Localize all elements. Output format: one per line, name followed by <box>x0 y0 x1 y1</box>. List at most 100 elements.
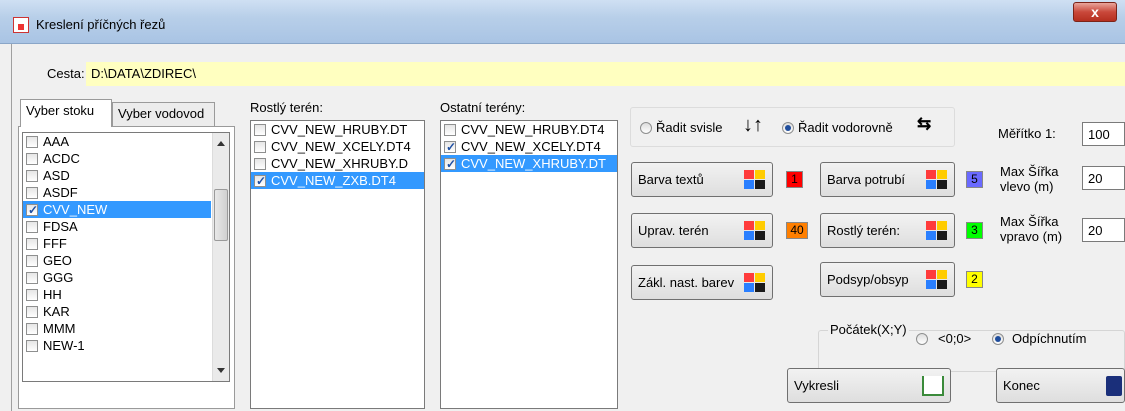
rostly-teren-item[interactable]: CVV_NEW_XCELY.DT4 <box>251 138 424 155</box>
podsyp-label: Podsyp/obsyp <box>827 272 909 287</box>
app-icon <box>13 17 29 33</box>
rostly-teren-swatch[interactable]: 3 <box>966 222 983 239</box>
checkbox[interactable] <box>26 340 38 352</box>
ostatni-teren-item[interactable]: CVV_NEW_HRUBY.DT4 <box>441 121 617 138</box>
ostatni-teren-item-label: CVV_NEW_XCELY.DT4 <box>461 139 601 154</box>
rostly-teren-item-label: CVV_NEW_HRUBY.DT <box>271 122 408 137</box>
vykresli-button[interactable]: Vykresli <box>787 368 951 403</box>
checkbox[interactable] <box>26 289 38 301</box>
tab-vyber-vodovod[interactable]: Vyber vodovod <box>112 102 215 127</box>
sort-horizontal-radio[interactable] <box>782 122 794 134</box>
ostatni-teren-item[interactable]: CVV_NEW_XHRUBY.DT <box>441 155 617 173</box>
stoka-item[interactable]: HH <box>23 286 211 303</box>
checkbox[interactable] <box>26 187 38 199</box>
ostatni-tereny-list[interactable]: CVV_NEW_HRUBY.DT4 CVV_NEW_XCELY.DT4 CVV_NE… <box>440 120 618 409</box>
checkbox[interactable] <box>254 173 266 190</box>
scale-label: Měřítko 1: <box>998 126 1056 141</box>
checkbox[interactable] <box>26 202 38 219</box>
scroll-up-icon[interactable] <box>217 141 225 146</box>
podsyp-swatch[interactable]: 2 <box>966 271 983 288</box>
zakl-nast-barev-button[interactable]: Zákl. nast. barev <box>631 265 773 300</box>
stoka-item-label: MMM <box>43 321 76 336</box>
rostly-teren-item-label: CVV_NEW_XCELY.DT4 <box>271 139 411 154</box>
checkbox[interactable] <box>26 255 38 267</box>
stoka-item-label: FDSA <box>43 219 78 234</box>
stoka-item-label: KAR <box>43 304 70 319</box>
barva-potrubi-swatch[interactable]: 5 <box>966 171 983 188</box>
stoka-item[interactable]: ASDF <box>23 184 211 201</box>
vykresli-label: Vykresli <box>794 378 840 393</box>
origin-pick-label[interactable]: Odpíchnutím <box>1012 331 1086 346</box>
stoka-item[interactable]: FDSA <box>23 218 211 235</box>
checkbox[interactable] <box>444 124 456 136</box>
uprav-teren-button[interactable]: Uprav. terén <box>631 213 773 248</box>
checkbox[interactable] <box>26 306 38 318</box>
checkbox[interactable] <box>254 141 266 153</box>
stoka-item[interactable]: ACDC <box>23 150 211 167</box>
rostly-teren-button[interactable]: Rostlý terén: <box>820 213 955 248</box>
scroll-down-icon[interactable] <box>217 368 225 373</box>
stoka-item[interactable]: ASD <box>23 167 211 184</box>
max-right-label: Max Šířka vpravo (m) <box>1000 214 1063 244</box>
checkbox[interactable] <box>254 158 266 170</box>
checkbox[interactable] <box>26 238 38 250</box>
stoka-item-label: NEW-1 <box>43 338 85 353</box>
stoka-item[interactable]: AAA <box>23 133 211 150</box>
window-title: Kreslení příčných řezů <box>36 17 166 32</box>
path-field[interactable]: D:\DATA\ZDIREC\ <box>86 62 1125 86</box>
rostly-teren-label: Rostlý terén: <box>250 100 323 115</box>
stoka-item[interactable]: CVV_NEW <box>23 201 211 219</box>
checkbox[interactable] <box>26 272 38 284</box>
barva-potrubi-button[interactable]: Barva potrubí <box>820 162 955 197</box>
sort-horizontal-icon: ⇆ <box>917 114 932 133</box>
podsyp-obsyp-button[interactable]: Podsyp/obsyp <box>820 262 955 297</box>
scale-input[interactable]: 100 <box>1082 122 1125 146</box>
checkbox[interactable] <box>444 139 456 156</box>
stoka-item[interactable]: NEW-1 <box>23 337 211 354</box>
checkbox[interactable] <box>444 156 456 173</box>
pipe-color-icon <box>926 170 948 190</box>
checkbox[interactable] <box>26 153 38 165</box>
max-left-input[interactable]: 20 <box>1082 166 1125 190</box>
rostly-teren-list[interactable]: CVV_NEW_HRUBY.DT CVV_NEW_XCELY.DT4 CVV_NEW… <box>250 120 425 409</box>
checkbox[interactable] <box>26 136 38 148</box>
ostatni-tereny-label: Ostatní terény: <box>440 100 526 115</box>
origin-zero-radio[interactable] <box>916 333 928 345</box>
rostly-teren-item[interactable]: CVV_NEW_XHRUBY.D <box>251 155 424 172</box>
max-right-input[interactable]: 20 <box>1082 218 1125 242</box>
sort-vertical-radio[interactable] <box>640 122 652 134</box>
stoka-item[interactable]: GGG <box>23 269 211 286</box>
checkbox[interactable] <box>26 323 38 335</box>
terrain-color-icon <box>744 221 766 241</box>
sort-horizontal-label[interactable]: Řadit vodorovně <box>798 120 893 135</box>
barva-potrubi-label: Barva potrubí <box>827 172 906 187</box>
stoka-item[interactable]: FFF <box>23 235 211 252</box>
stoka-item[interactable]: GEO <box>23 252 211 269</box>
barva-textu-button[interactable]: Barva textů <box>631 162 773 197</box>
barva-textu-swatch[interactable]: 1 <box>786 171 803 188</box>
stoka-item[interactable]: MMM <box>23 320 211 337</box>
checkbox[interactable] <box>254 124 266 136</box>
ostatni-teren-item[interactable]: CVV_NEW_XCELY.DT4 <box>441 138 617 156</box>
rostly-teren-item[interactable]: CVV_NEW_HRUBY.DT <box>251 121 424 138</box>
stoka-item-label: ASD <box>43 168 70 183</box>
sort-vertical-icon: ↓↑ <box>743 114 763 136</box>
origin-zero-label[interactable]: <0;0> <box>938 331 971 346</box>
ostatni-teren-item-label: CVV_NEW_HRUBY.DT4 <box>461 122 605 137</box>
origin-label: Počátek(X;Y) <box>828 322 909 337</box>
sort-vertical-label[interactable]: Řadit svisle <box>656 120 722 135</box>
stoka-item[interactable]: KAR <box>23 303 211 320</box>
close-button[interactable]: x <box>1073 2 1117 22</box>
rostly-teren-item[interactable]: CVV_NEW_ZXB.DT4 <box>251 172 424 190</box>
tab-vyber-stoku[interactable]: Vyber stoku <box>20 99 112 127</box>
path-label: Cesta: <box>47 66 85 81</box>
konec-button[interactable]: Konec <box>996 368 1125 403</box>
stoky-list[interactable]: AAA ACDC ASD ASDF CVV_NEW FDSA FFF GEO GGG HH KAR M… <box>22 132 230 382</box>
origin-pick-radio[interactable] <box>992 333 1004 345</box>
checkbox[interactable] <box>26 221 38 233</box>
scroll-thumb[interactable] <box>214 189 228 241</box>
uprav-teren-swatch[interactable]: 40 <box>786 222 808 239</box>
stoky-scrollbar[interactable] <box>212 133 229 381</box>
checkbox[interactable] <box>26 170 38 182</box>
stoka-item-label: ACDC <box>43 151 80 166</box>
